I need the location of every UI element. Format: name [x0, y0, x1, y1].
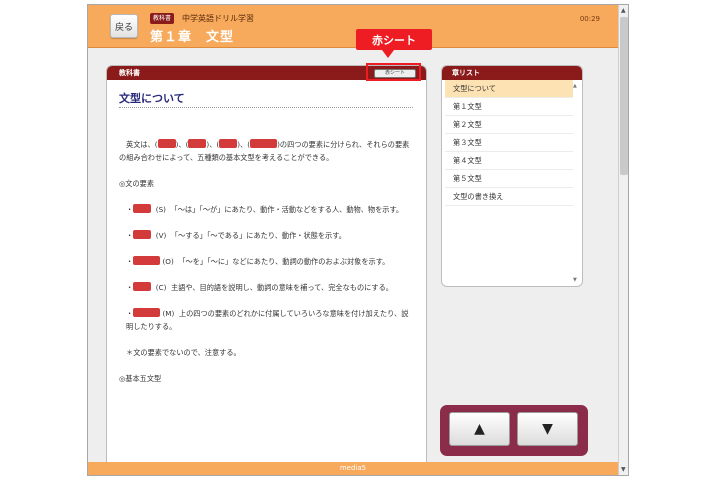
scroll-down-icon[interactable]: ▼	[573, 277, 577, 283]
prev-page-button[interactable]: ▲	[449, 412, 510, 446]
red-sheet-mask[interactable]	[133, 204, 152, 213]
chapter-list: 文型について 第１文型 第２文型 第３文型 第４文型 第５文型 文型の書き換え	[442, 80, 582, 206]
scrollbar-thumb[interactable]	[620, 17, 628, 175]
title-divider	[119, 107, 413, 108]
chapter-item[interactable]: 第５文型	[445, 170, 573, 188]
red-sheet-mask[interactable]	[133, 230, 152, 239]
scroll-down-icon[interactable]: ▼	[621, 466, 626, 473]
chapter-list-panel: 章リスト 文型について 第１文型 第２文型 第３文型 第４文型 第５文型 文型の書き換え ▲…	[441, 65, 583, 287]
back-button[interactable]: 戻る	[110, 14, 138, 38]
red-sheet-mask[interactable]	[250, 139, 278, 148]
app-title: 中学英語ドリル学習	[182, 14, 254, 23]
element-item: ・ (C) 主語や、目的語を説明し、動詞の意味を補って、完全なものにする。	[126, 282, 393, 292]
app-window: 戻る 教科書 中学英語ドリル学習 第１章 文型 00:29 ▲ ▼ 教科書 赤シ…	[87, 4, 629, 476]
chapter-item[interactable]: 文型の書き換え	[445, 188, 573, 206]
textbook-panel-label: 教科書	[119, 69, 140, 77]
chapter-item[interactable]: 第２文型	[445, 116, 573, 134]
chapter-title: 第１章 文型	[150, 30, 235, 45]
element-item: ・ (S) 「〜は」「〜が」にあたり、動作・活動などをする人、動物、物を示す。	[126, 204, 404, 214]
callout-pointer	[382, 50, 394, 58]
footer-brand: media5	[339, 464, 367, 472]
intro-paragraph: 英文は、()、()、()、()の四つの要素に分けられ、それらの要素の組み合わせに…	[119, 139, 410, 162]
red-sheet-callout-label: 赤シート	[356, 29, 432, 50]
document-title: 文型について	[119, 92, 185, 105]
note-text: ＊文の要素でないので、注意する。	[126, 348, 241, 357]
elapsed-timer: 00:29	[579, 15, 600, 23]
red-sheet-mask[interactable]	[133, 308, 161, 317]
document-body: 英文は、()、()、()、()の四つの要素に分けられ、それらの要素の組み合わせに…	[119, 138, 415, 398]
textbook-badge: 教科書	[150, 13, 175, 24]
section-heading-five-patterns: ◎基本五文型	[119, 374, 162, 383]
window-scrollbar[interactable]: ▲ ▼	[618, 5, 628, 475]
element-item: ・ (M) 上の四つの要素のどれかに付属していろいろな意味を付け加えたり、説明し…	[126, 308, 409, 331]
red-sheet-mask[interactable]	[219, 139, 238, 148]
red-sheet-mask[interactable]	[188, 139, 207, 148]
chapter-list-scrollbar[interactable]: ▲ ▼	[572, 83, 580, 283]
section-heading-elements: ◎文の要素	[119, 179, 155, 188]
red-sheet-mask[interactable]	[157, 139, 176, 148]
scroll-up-icon[interactable]: ▲	[573, 83, 577, 89]
chapter-item[interactable]: 第４文型	[445, 152, 573, 170]
footer-bar: media5	[88, 462, 618, 475]
scroll-up-icon[interactable]: ▲	[621, 7, 626, 14]
chapter-list-header: 章リスト	[442, 66, 582, 80]
page-nav-pad: ▲ ▼	[440, 405, 588, 456]
next-page-button[interactable]: ▼	[517, 412, 578, 446]
element-item: ・ (O) 「〜を」「〜に」などにあたり、動詞の動作のおよぶ対象を示す。	[126, 256, 390, 266]
textbook-panel: 教科書 赤シート 文型について 英文は、()、()、()、()の四つの要素に分け…	[106, 65, 427, 467]
red-sheet-mask[interactable]	[133, 282, 152, 291]
chapter-item[interactable]: 第３文型	[445, 134, 573, 152]
header-bar: 戻る 教科書 中学英語ドリル学習 第１章 文型 00:29	[88, 5, 618, 48]
chapter-item[interactable]: 文型について	[445, 80, 573, 98]
chapter-item[interactable]: 第１文型	[445, 98, 573, 116]
callout-highlight-frame	[366, 63, 421, 81]
element-item: ・ (V) 「〜する」「〜である」にあたり、動作・状態を示す。	[126, 230, 346, 240]
red-sheet-mask[interactable]	[133, 256, 161, 265]
